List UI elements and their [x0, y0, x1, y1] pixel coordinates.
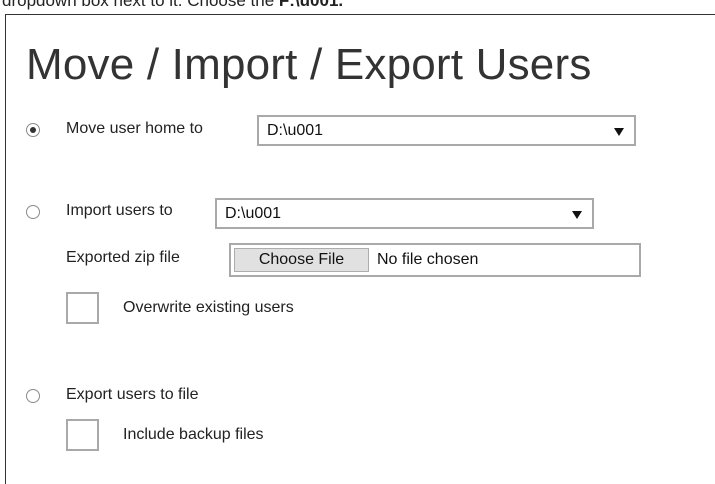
chevron-down-icon — [614, 128, 624, 136]
import-destination-value: D:\u001 — [225, 205, 282, 222]
include-backup-label: Include backup files — [123, 426, 264, 443]
caption-text: dropdown box next to it. Choose the — [2, 0, 279, 10]
instruction-caption: dropdown box next to it. Choose the F:\u… — [2, 0, 343, 11]
move-label: Move user home to — [66, 120, 203, 137]
choose-file-button[interactable]: Choose File — [234, 248, 369, 272]
import-radio[interactable] — [26, 205, 40, 219]
import-label: Import users to — [66, 202, 173, 219]
cropped-instruction-text: dropdown box next to it. Choose the F:\u… — [0, 0, 715, 14]
include-backup-checkbox[interactable] — [66, 419, 99, 451]
overwrite-existing-checkbox[interactable] — [66, 292, 99, 324]
exported-zip-file-input[interactable]: Choose File No file chosen — [229, 243, 641, 277]
overwrite-existing-label: Overwrite existing users — [123, 299, 294, 316]
caption-bold-text: F:\u001. — [278, 0, 344, 10]
page-title: Move / Import / Export Users — [26, 40, 592, 89]
move-radio[interactable] — [26, 123, 40, 137]
move-destination-value: D:\u001 — [267, 122, 324, 139]
import-destination-select[interactable]: D:\u001 — [215, 198, 594, 229]
file-status-text: No file chosen — [377, 251, 479, 268]
export-radio[interactable] — [26, 389, 40, 403]
chevron-down-icon — [572, 211, 582, 219]
move-destination-select[interactable]: D:\u001 — [257, 115, 636, 146]
exported-zip-label: Exported zip file — [66, 249, 180, 266]
export-label: Export users to file — [66, 386, 199, 403]
